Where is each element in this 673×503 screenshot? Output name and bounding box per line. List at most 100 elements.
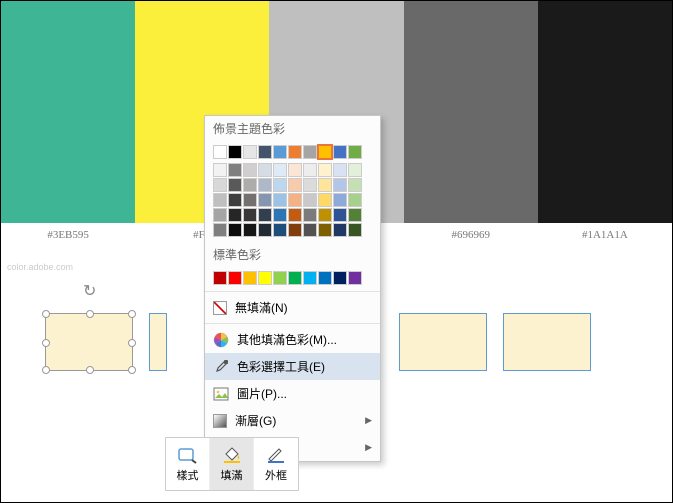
shape-rect-3[interactable] [399,313,487,371]
color-swatch[interactable] [348,208,362,222]
style-icon [178,445,198,465]
menu-no-fill[interactable]: 無填滿(N) [205,294,380,321]
color-swatch[interactable] [348,193,362,207]
palette-swatch-4 [404,1,538,223]
color-swatch[interactable] [303,163,317,177]
color-swatch[interactable] [318,271,332,285]
standard-colors-header: 標準色彩 [205,242,380,267]
color-swatch[interactable] [333,271,347,285]
menu-picture[interactable]: 圖片(P)... [205,380,380,407]
color-swatch[interactable] [228,145,242,159]
color-swatch[interactable] [243,208,257,222]
color-swatch[interactable] [333,178,347,192]
credit-text: color.adobe.com [7,262,73,272]
color-swatch[interactable] [213,145,227,159]
color-swatch[interactable] [348,178,362,192]
color-swatch[interactable] [318,163,332,177]
color-swatch[interactable] [333,208,347,222]
color-swatch[interactable] [213,223,227,237]
picture-icon [213,386,229,402]
toolbar-outline-button[interactable]: 外框 [254,438,298,490]
color-swatch[interactable] [348,271,362,285]
color-swatch[interactable] [288,271,302,285]
outline-pen-icon [266,445,286,465]
menu-more-fill-colors[interactable]: 其他填滿色彩(M)... [205,326,380,353]
color-swatch[interactable] [273,208,287,222]
color-swatch[interactable] [243,193,257,207]
color-swatch[interactable] [333,223,347,237]
color-swatch[interactable] [288,145,302,159]
rotate-handle-icon[interactable]: ↻ [83,281,99,297]
submenu-arrow-icon: ▶ [365,415,372,426]
color-swatch[interactable] [228,193,242,207]
color-swatch[interactable] [243,271,257,285]
color-swatch[interactable] [318,193,332,207]
color-swatch[interactable] [258,271,272,285]
color-swatch[interactable] [288,208,302,222]
color-swatch[interactable] [348,145,362,159]
menu-eyedropper[interactable]: 色彩選擇工具(E) [205,353,380,380]
color-swatch[interactable] [288,223,302,237]
color-swatch[interactable] [213,178,227,192]
color-swatch[interactable] [258,223,272,237]
color-swatch[interactable] [303,223,317,237]
color-swatch[interactable] [333,145,347,159]
color-swatch[interactable] [348,163,362,177]
color-swatch[interactable] [303,208,317,222]
color-swatch[interactable] [303,271,317,285]
toolbar-style-button[interactable]: 樣式 [166,438,210,490]
color-swatch[interactable] [228,163,242,177]
color-swatch[interactable] [258,178,272,192]
color-swatch[interactable] [213,208,227,222]
color-swatch[interactable] [243,163,257,177]
color-swatch[interactable] [243,223,257,237]
shape-rect-2[interactable] [149,313,167,371]
color-swatch[interactable] [273,271,287,285]
fill-color-popup: 佈景主題色彩 標準色彩 無填滿(N) 其他填滿色彩(M)... 色彩選擇工具(E… [204,115,381,462]
color-swatch[interactable] [288,163,302,177]
color-swatch[interactable] [273,193,287,207]
shape-rect-1[interactable] [45,313,133,371]
color-swatch[interactable] [258,193,272,207]
color-swatch[interactable] [243,178,257,192]
palette-label-4: #696969 [404,229,538,241]
color-swatch[interactable] [258,145,272,159]
color-swatch[interactable] [273,145,287,159]
color-swatch[interactable] [228,223,242,237]
menu-gradient[interactable]: 漸層(G) ▶ [205,407,380,434]
color-swatch[interactable] [303,193,317,207]
color-swatch[interactable] [273,223,287,237]
color-swatch[interactable] [318,208,332,222]
color-swatch[interactable] [258,208,272,222]
palette-label-1: #3EB595 [1,229,135,241]
color-swatch[interactable] [213,163,227,177]
color-swatch[interactable] [288,193,302,207]
color-swatch[interactable] [318,178,332,192]
color-swatch[interactable] [348,223,362,237]
color-swatch[interactable] [228,178,242,192]
color-wheel-icon [213,332,229,348]
color-swatch[interactable] [273,178,287,192]
menu-eyedropper-label: 色彩選擇工具(E) [237,358,325,375]
eyedropper-icon [213,359,229,375]
shape-rect-4[interactable] [503,313,591,371]
color-swatch[interactable] [288,178,302,192]
color-swatch[interactable] [213,193,227,207]
color-swatch[interactable] [318,223,332,237]
color-swatch[interactable] [333,193,347,207]
color-swatch[interactable] [333,163,347,177]
color-swatch[interactable] [228,271,242,285]
color-swatch[interactable] [318,145,332,159]
color-swatch[interactable] [228,208,242,222]
color-swatch[interactable] [303,145,317,159]
color-swatch[interactable] [243,145,257,159]
menu-more-fill-label: 其他填滿色彩(M)... [237,331,337,348]
menu-gradient-label: 漸層(G) [235,412,276,429]
color-swatch[interactable] [303,178,317,192]
color-swatch[interactable] [273,163,287,177]
theme-colors-header: 佈景主題色彩 [205,116,380,141]
color-swatch[interactable] [213,271,227,285]
fill-bucket-icon [222,445,242,465]
toolbar-fill-button[interactable]: 填滿 [210,438,254,490]
color-swatch[interactable] [258,163,272,177]
